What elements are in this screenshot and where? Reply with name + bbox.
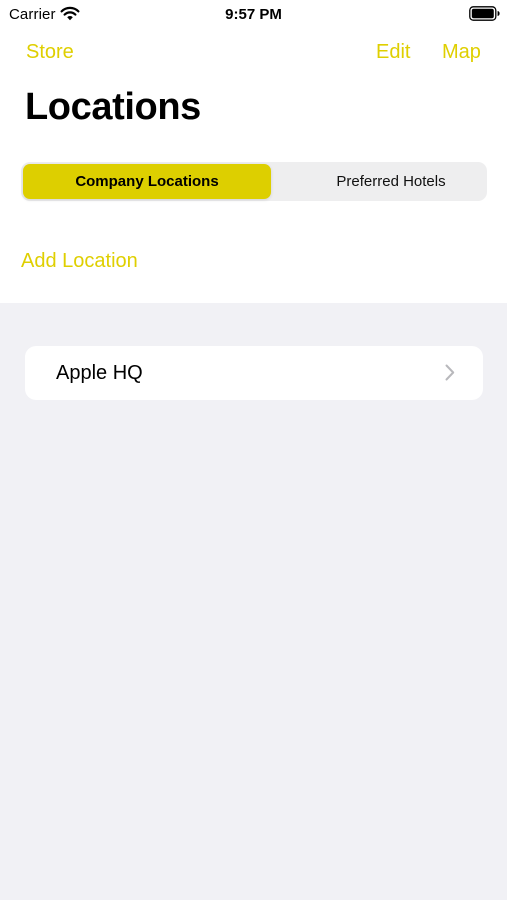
- list-item[interactable]: Apple HQ: [25, 346, 483, 400]
- location-name: Apple HQ: [56, 362, 143, 384]
- segment-company-locations[interactable]: Company Locations: [23, 164, 271, 199]
- status-bar: Carrier 9:57 PM: [0, 0, 507, 28]
- chevron-right-icon: [445, 364, 455, 381]
- status-time: 9:57 PM: [225, 6, 282, 23]
- map-button[interactable]: Map: [442, 41, 481, 64]
- store-button[interactable]: Store: [26, 41, 74, 64]
- edit-button[interactable]: Edit: [376, 41, 410, 64]
- location-type-segmented-control: Company Locations Preferred Hotels: [21, 162, 487, 201]
- segment-preferred-hotels[interactable]: Preferred Hotels: [273, 164, 507, 199]
- add-location-button[interactable]: Add Location: [21, 250, 138, 273]
- battery-icon: [469, 6, 500, 21]
- header-area: Carrier 9:57 PM Store Edit Map Locations…: [0, 0, 507, 303]
- page-title: Locations: [25, 86, 201, 128]
